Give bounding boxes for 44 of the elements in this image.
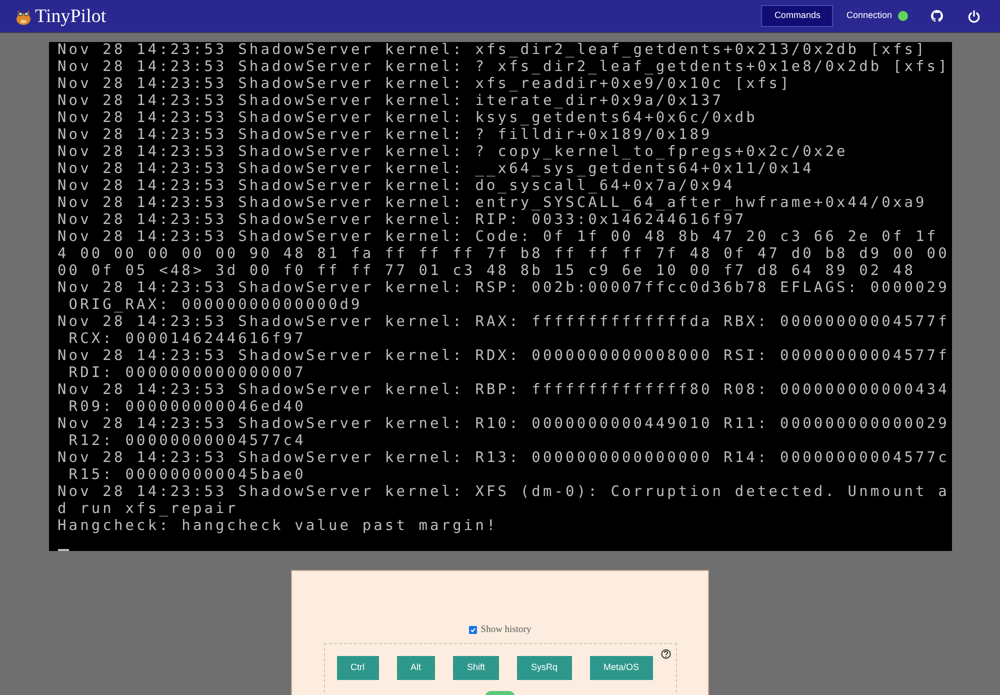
remote-console-screen[interactable] <box>48 42 952 551</box>
key-button[interactable]: Shift <box>453 656 500 680</box>
console-line: 00 0f 05 <48> 3d 00 f0 ff ff 77 01 c3 48 8b 15 c9 6e 10 00 f7 d8 64 89 02 48 <box>58 263 917 280</box>
console-line: Nov 28 14:23:53 ShadowServer kernel: entry_SYSCALL_64_after_hwframe+0x44/0xa9 <box>58 195 928 212</box>
console-line: Nov 28 14:23:53 ShadowServer kernel: do_syscall_64+0x7a/0x94 <box>58 178 736 195</box>
connection-label: Connection <box>846 9 892 22</box>
console-line: Nov 28 14:23:53 ShadowServer kernel: ? xfs_dir2_leaf_getdents+0x1e8/0x2db [xfs] <box>58 59 950 76</box>
commands-button[interactable]: Commands <box>761 5 834 27</box>
key-button[interactable]: SysRq <box>517 656 572 680</box>
console-line: RDI: 0000000000000007 <box>68 365 307 382</box>
console-line: Nov 28 14:23:53 ShadowServer kernel: RAX: ffffffffffffffda RBX: 00000000004577f <box>58 314 950 331</box>
console-line: Nov 28 14:23:53 ShadowServer kernel: RIP: 0033:0x146244616f97 <box>58 212 748 229</box>
console-line: Nov 28 14:23:53 ShadowServer kernel: iterate_dir+0x9a/0x137 <box>58 93 725 110</box>
key-button[interactable]: Ctrl <box>336 656 378 680</box>
help-icon[interactable] <box>660 649 670 659</box>
console-line: R12: 00000000004577c4 <box>68 433 307 450</box>
console-line: Nov 28 14:23:53 ShadowServer kernel: RSP: 002b:00007ffcc0d36b78 EFLAGS: 0000029 <box>58 280 950 297</box>
console-line: ORIG_RAX: 00000000000000d9 <box>68 297 364 314</box>
console-line: d run xfs_repair <box>58 501 240 518</box>
console-line: Nov 28 14:23:53 ShadowServer kernel: RBP: ffffffffffffff80 R08: 000000000000434 <box>58 382 950 399</box>
console-line: Nov 28 14:23:53 ShadowServer kernel: XFS (dm-0): Corruption detected. Unmount a <box>58 484 950 501</box>
show-history-label: Show history <box>480 624 532 636</box>
console-line: R15: 000000000045bae0 <box>68 467 307 484</box>
power-icon[interactable] <box>968 10 980 22</box>
console-line: Nov 28 14:23:53 ShadowServer kernel: R10: 0000000000449010 R11: 000000000000029 <box>58 416 950 433</box>
console-line: R09: 000000000046ed40 <box>68 399 307 416</box>
console-line: Nov 28 14:23:53 ShadowServer kernel: ? filldir+0x189/0x189 <box>58 127 714 144</box>
console-line: Nov 28 14:23:53 ShadowServer kernel: xfs_readdir+0xe9/0x10c [xfs] <box>58 76 792 93</box>
cat-icon <box>16 8 31 24</box>
key-button[interactable]: Alt <box>396 656 436 680</box>
console-line: Nov 28 14:23:53 ShadowServer kernel: ? copy_kernel_to_fpregs+0x2c/0x2e <box>58 144 849 161</box>
console-line: Nov 28 14:23:53 ShadowServer kernel: __x64_sys_getdents64+0x11/0x14 <box>58 161 815 178</box>
console-line: Nov 28 14:23:53 ShadowServer kernel: xfs_dir2_leaf_getdents+0x213/0x2db [xfs] <box>58 42 928 59</box>
console-line: Hangcheck: hangcheck value past margin! <box>58 518 499 535</box>
console-line: Nov 28 14:23:53 ShadowServer kernel: R13: 0000000000000000 R14: 00000000004577c <box>58 450 950 467</box>
console-line: 4 00 00 00 00 00 90 48 81 fa ff ff ff 7f b8 ff ff ff 7f 48 0f 47 d0 b8 d9 00 00 <box>58 246 950 263</box>
key-button[interactable]: Meta/OS <box>590 656 654 680</box>
console-line: RCX: 0000146244616f97 <box>68 331 307 348</box>
github-icon[interactable] <box>931 10 943 22</box>
logo-text[interactable]: TinyPilot <box>35 6 106 26</box>
console-line: Nov 28 14:23:53 ShadowServer kernel: RDX: 0000000000008000 RSI: 00000000004577f <box>58 348 950 365</box>
console-line: Nov 28 14:23:53 ShadowServer kernel: ksys_getdents64+0x6c/0xdb <box>58 110 758 127</box>
show-history-checkbox[interactable] <box>468 626 477 634</box>
console-line: Nov 28 14:23:53 ShadowServer kernel: Code: 0f 1f 00 48 8b 47 20 c3 66 2e 0f 1f <box>58 229 940 246</box>
